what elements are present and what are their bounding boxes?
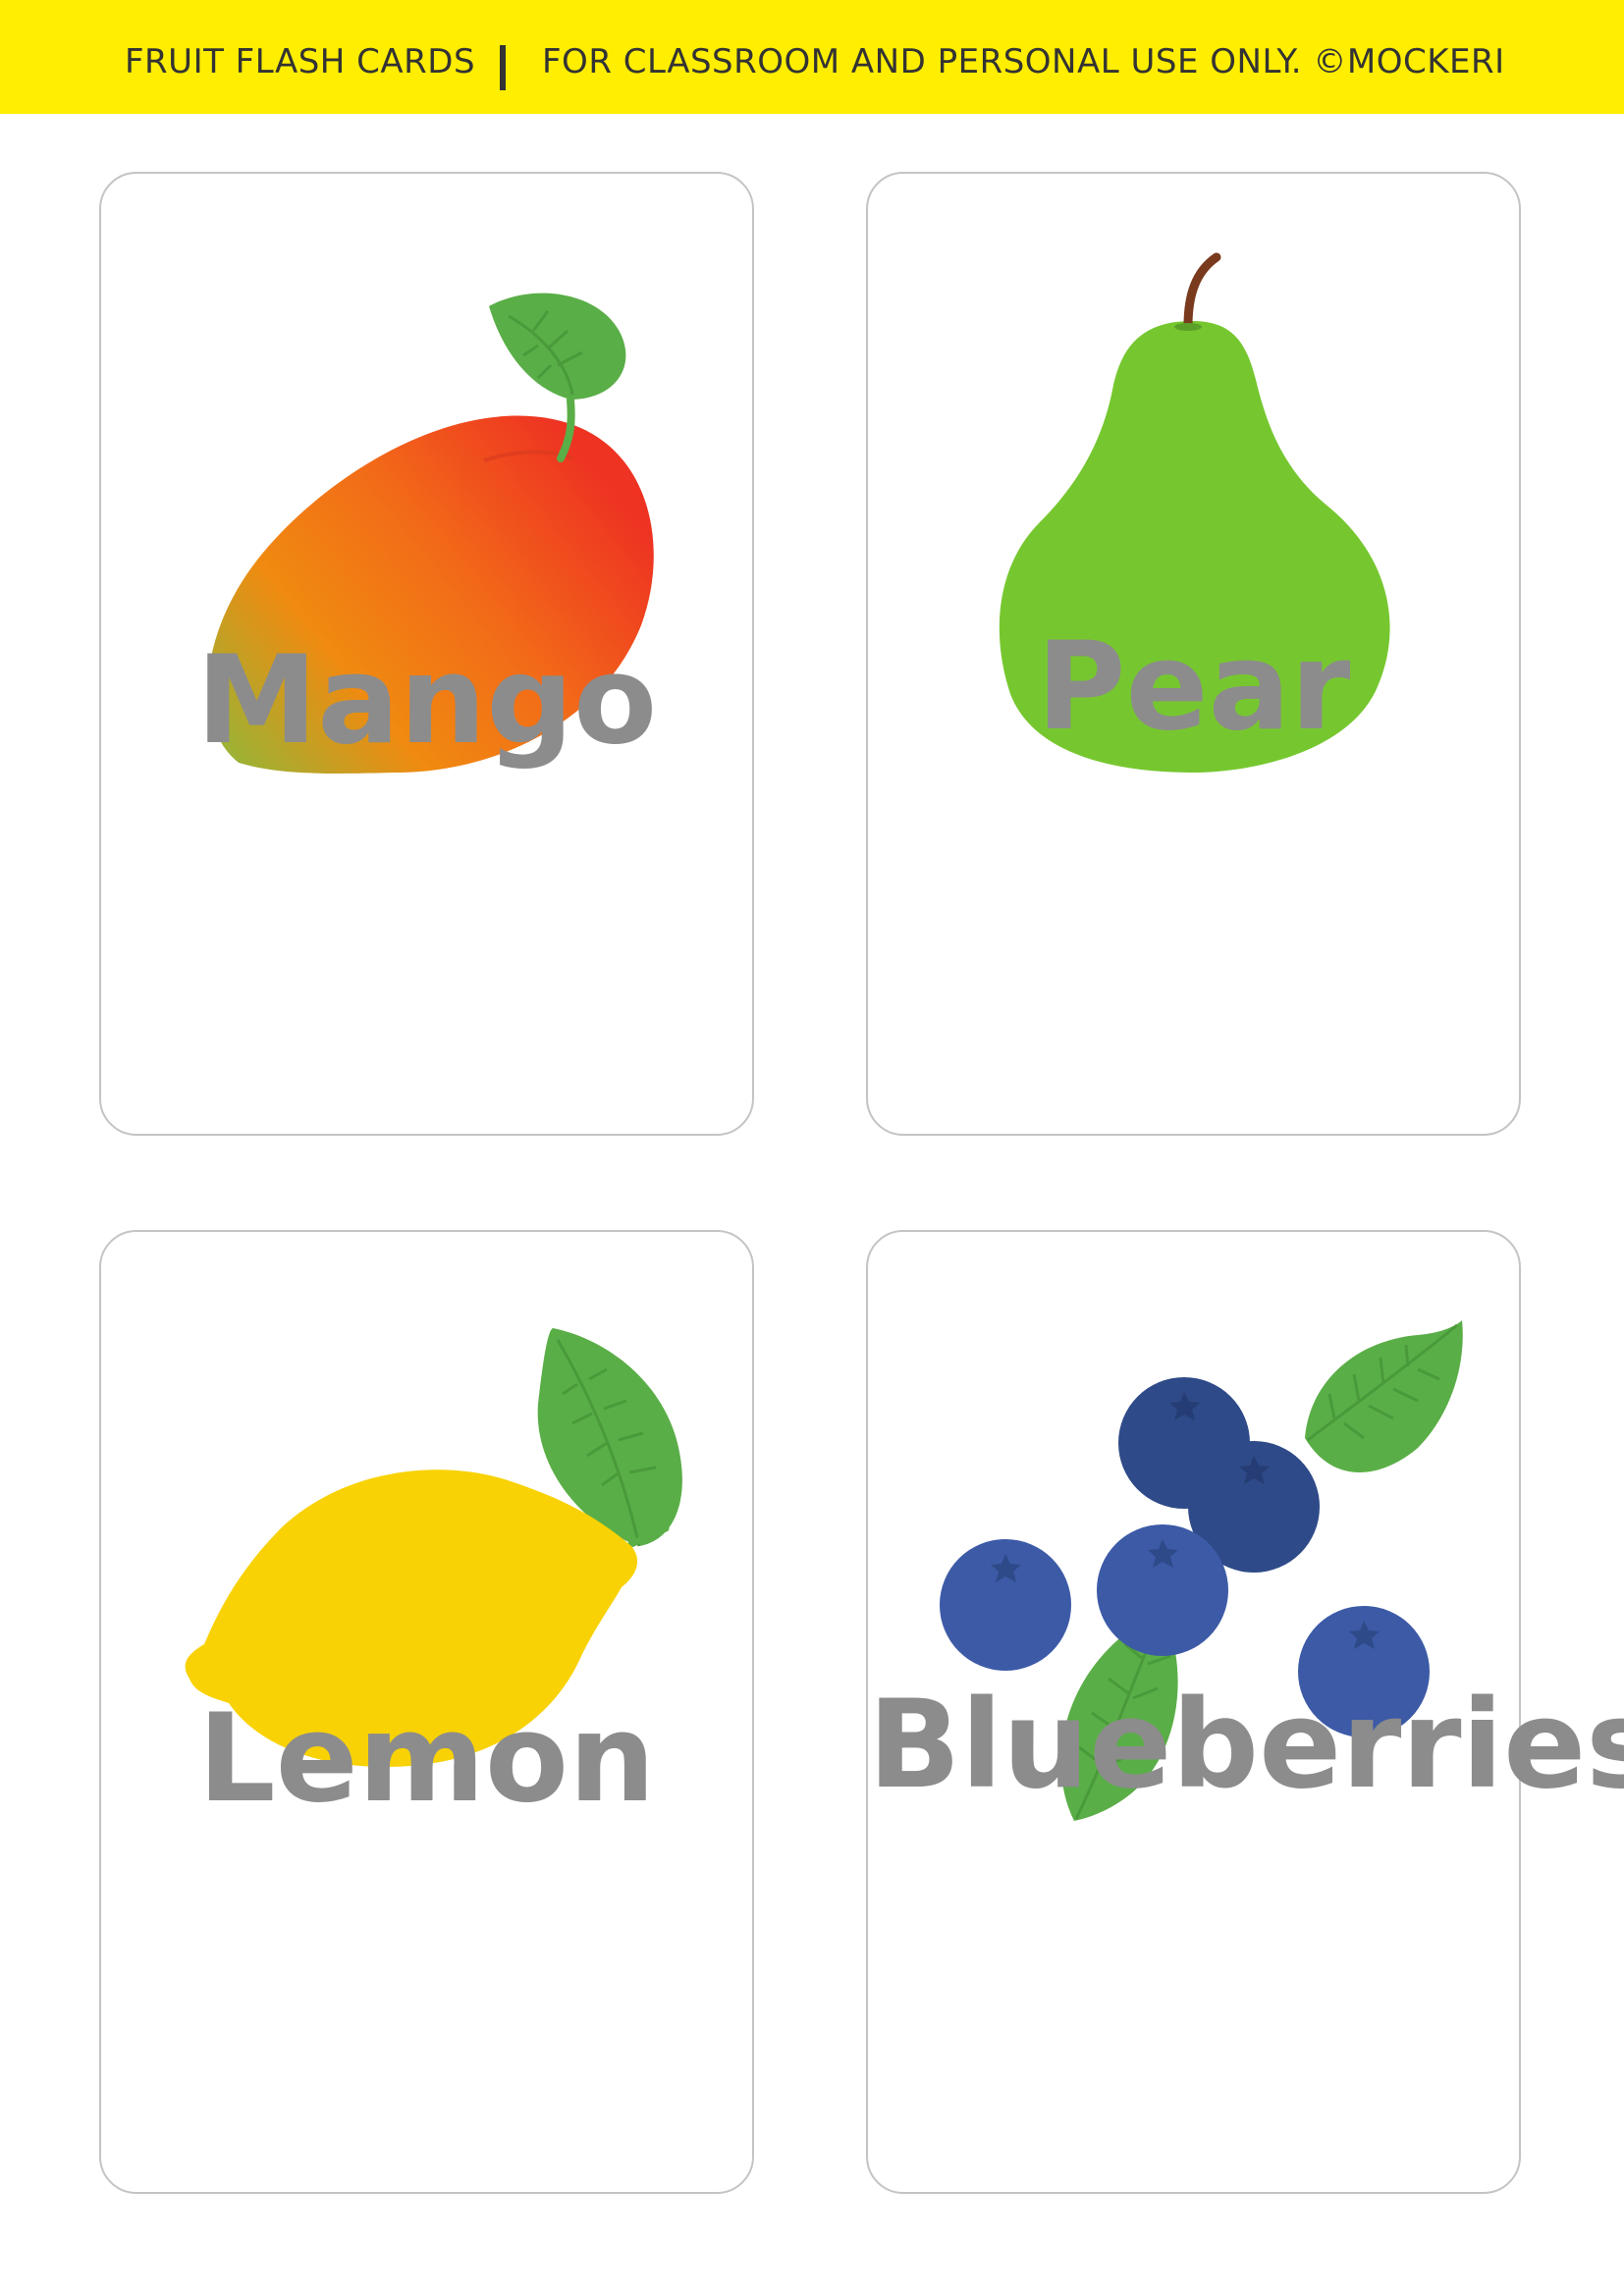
header-title: FRUIT FLASH CARDS <box>125 42 476 81</box>
flash-card-mango: Mango <box>99 172 754 1136</box>
card-label-pear: Pear <box>1036 616 1351 758</box>
card-label-blueberries: Blueberries <box>868 1675 1624 1816</box>
flash-card-blueberries: Blueberries <box>866 1230 1624 2194</box>
card-label-mango: Mango <box>195 630 658 772</box>
header-notice: FOR CLASSROOM AND PERSONAL USE ONLY. ©MO… <box>542 42 1505 81</box>
flash-card-pear: Pear <box>866 172 1521 1136</box>
card-label-lemon: Lemon <box>197 1688 656 1830</box>
flash-card-lemon: Lemon <box>99 1230 754 2194</box>
header-bar: FRUIT FLASH CARDS FOR CLASSROOM AND PERS… <box>0 0 1624 114</box>
header-divider <box>500 45 506 90</box>
